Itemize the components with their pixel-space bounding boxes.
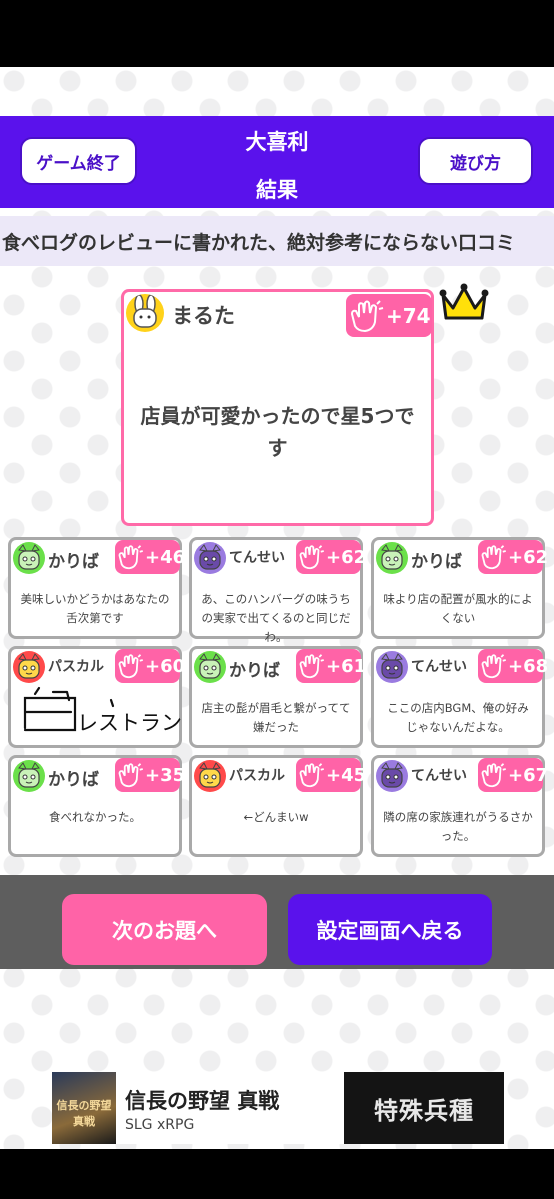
player-name: てんせい	[229, 550, 285, 566]
rabbit-avatar-icon	[126, 294, 164, 332]
player-name: てんせい	[411, 659, 467, 675]
clap-icon	[481, 763, 506, 788]
player-avatar-icon	[194, 651, 226, 683]
answer-text: 味より店の配置が風水的によくない	[383, 592, 533, 625]
score-badge: +45	[296, 758, 366, 792]
ad-thumbnail[interactable]: 信長の野望 真戦	[52, 1072, 116, 1144]
winner-name: まるた	[172, 304, 235, 328]
answer-text: ←どんまいw	[243, 810, 309, 824]
player-avatar-icon	[376, 760, 408, 792]
player-name: パスカル	[229, 768, 285, 784]
handwritten-drawing: レストラン	[23, 686, 181, 735]
ad-banner[interactable]: 信長の野望 真戦 信長の野望 真戦 SLG xRPG 特殊兵種	[52, 1072, 504, 1144]
next-topic-button[interactable]: 次のお題へ	[62, 894, 267, 965]
answer-text: ここの店内BGM、俺の好みじゃないんだよな。	[387, 701, 529, 734]
result-card: てんせい +68 ここの店内BGM、俺の好みじゃないんだよな。	[371, 646, 548, 748]
answer-text: 美味しいかどうかはあなたの舌次第です	[20, 592, 170, 625]
score-badge: +35	[115, 758, 185, 792]
score-badge: +68	[478, 649, 548, 683]
player-name: かりば	[48, 770, 99, 790]
winner-card: まるた +74 店員が可愛かったので星5つです	[121, 289, 434, 526]
result-card: かりば +35 食べれなかった。	[8, 755, 185, 857]
score-value: +62	[326, 546, 367, 568]
player-name: てんせい	[411, 768, 467, 784]
player-name: かりば	[411, 552, 462, 572]
score-value: +62	[508, 546, 549, 568]
score-value: +45	[326, 764, 367, 786]
system-navigation-bar	[0, 1149, 554, 1199]
player-avatar-icon	[13, 760, 45, 792]
winner-answer: 店員が可愛かったので星5つです	[140, 404, 415, 460]
result-card: かりば +46 美味しいかどうかはあなたの舌次第です	[8, 537, 185, 639]
result-card: てんせい +67 隣の席の家族連れがうるさかった。	[371, 755, 548, 857]
score-badge: +61	[296, 649, 366, 683]
ad-thumb-text: 信長の野望 真戦	[56, 1099, 112, 1128]
drawing-text: レストラン	[77, 711, 181, 735]
back-to-settings-button[interactable]: 設定画面へ戻る	[288, 894, 492, 965]
answer-text: あ、このハンバーグの味うちの実家で出てくるのと同じだわ。	[201, 592, 351, 644]
score-value: +68	[508, 655, 549, 677]
player-avatar-icon	[194, 542, 226, 574]
score-badge: +62	[296, 540, 366, 574]
ad-title[interactable]: 信長の野望 真戦	[125, 1085, 279, 1115]
player-name: かりば	[48, 552, 99, 572]
winner-score-badge: +74	[346, 294, 432, 337]
player-avatar-icon	[376, 651, 408, 683]
page-title: 大喜利	[245, 130, 309, 154]
result-card: かりば +62 味より店の配置が風水的によくない	[371, 537, 548, 639]
result-card: かりば +61 店主の髭が眉毛と繋がってて嫌だった	[189, 646, 366, 748]
clap-icon	[299, 545, 324, 570]
clap-icon	[481, 654, 506, 679]
clap-icon	[118, 545, 143, 570]
action-bar: 次のお題へ 設定画面へ戻る	[0, 875, 554, 969]
topic-banner: 食べログのレビューに書かれた、絶対参考にならない口コミ	[0, 216, 554, 266]
winner-score: +74	[386, 303, 431, 328]
score-value: +46	[145, 546, 186, 568]
answer-text: 食べれなかった。	[49, 810, 141, 824]
player-avatar-icon	[376, 542, 408, 574]
how-to-play-button[interactable]: 遊び方	[418, 137, 533, 185]
result-card: パスカル +45 ←どんまいw	[189, 755, 366, 857]
clap-icon	[481, 545, 506, 570]
page-subtitle: 結果	[256, 178, 298, 202]
clap-icon	[350, 299, 384, 332]
header-bar: ゲーム終了 大喜利 結果 遊び方	[0, 116, 554, 208]
end-game-button[interactable]: ゲーム終了	[20, 137, 137, 185]
result-card: パスカル +60 レストラン	[8, 646, 185, 748]
game-screen: ゲーム終了 大喜利 結果 遊び方 食べログのレビューに書かれた、絶対参考にならな…	[0, 67, 554, 1149]
score-badge: +67	[478, 758, 548, 792]
player-avatar-icon	[13, 542, 45, 574]
crown-icon	[439, 283, 489, 320]
player-avatar-icon	[194, 760, 226, 792]
score-value: +35	[145, 764, 186, 786]
score-badge: +62	[478, 540, 548, 574]
player-name: かりば	[229, 661, 280, 681]
score-badge: +46	[115, 540, 185, 574]
result-card: てんせい +62 あ、このハンバーグの味うちの実家で出てくるのと同じだわ。	[189, 537, 366, 644]
clap-icon	[118, 763, 143, 788]
clap-icon	[299, 763, 324, 788]
player-name: パスカル	[48, 659, 104, 675]
answer-text: 店主の髭が眉毛と繋がってて嫌だった	[201, 701, 351, 734]
clap-icon	[299, 654, 324, 679]
answer-text: 隣の席の家族連れがうるさかった。	[383, 810, 533, 843]
score-value: +67	[508, 764, 549, 786]
ad-image[interactable]: 特殊兵種	[344, 1072, 504, 1144]
ad-subtitle: SLG xRPG	[125, 1117, 195, 1133]
score-value: +61	[326, 655, 367, 677]
